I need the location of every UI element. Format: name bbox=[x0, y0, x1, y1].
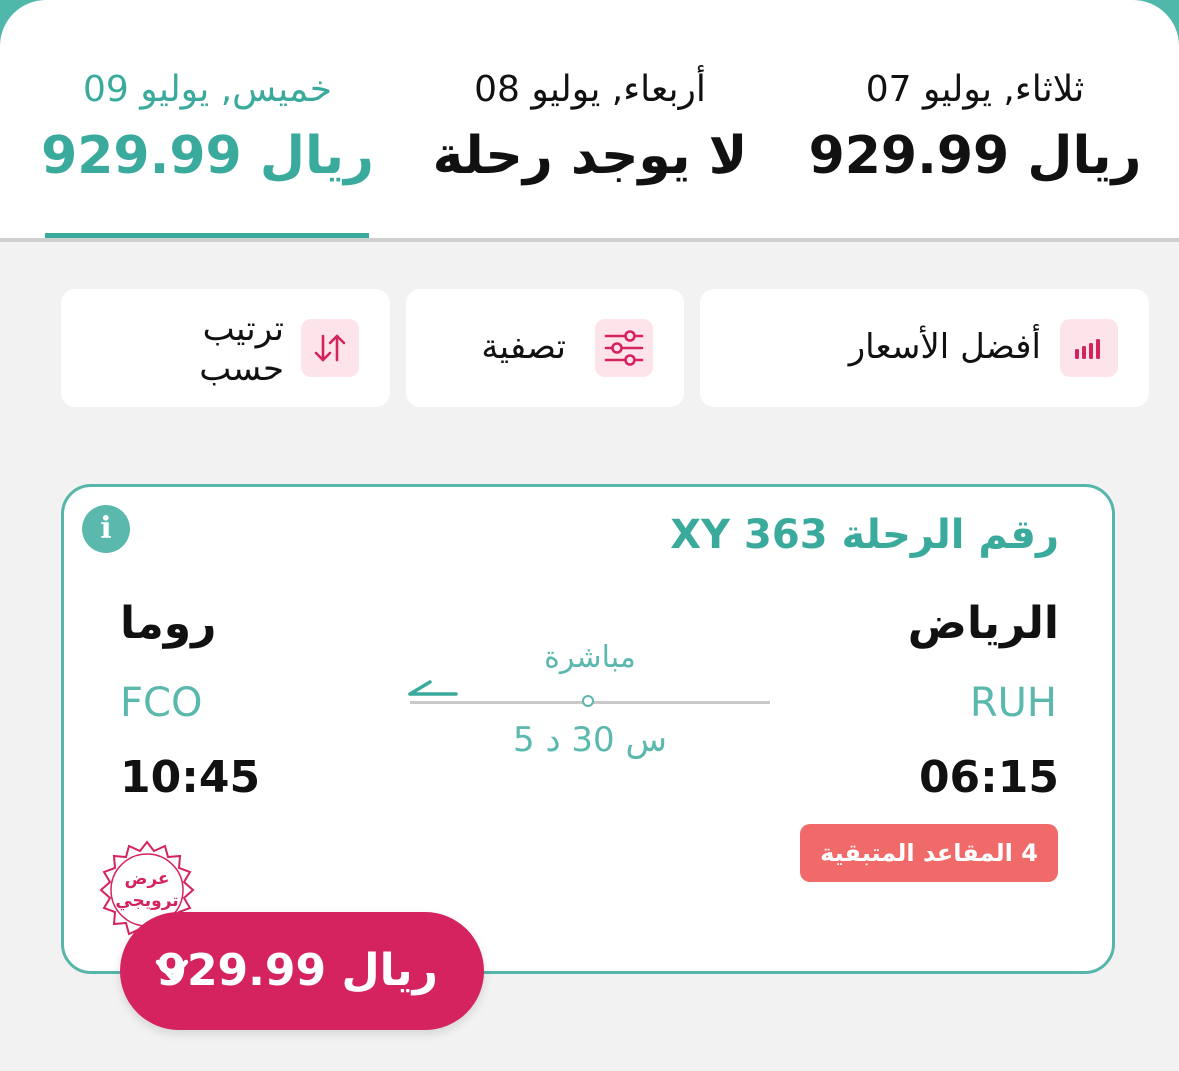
destination-code: FCO bbox=[120, 680, 203, 726]
origin-city: الرياض bbox=[907, 598, 1059, 649]
price-expand-button[interactable]: 929.99 ريال bbox=[120, 912, 484, 1030]
sort-arrows-icon bbox=[301, 319, 359, 377]
sort-label: ترتيب حسب bbox=[199, 309, 284, 389]
sliders-icon bbox=[595, 319, 653, 377]
sort-button[interactable]: ترتيب حسب bbox=[61, 289, 390, 407]
flight-number: رقم الرحلة XY 363 bbox=[670, 512, 1059, 558]
promo-label-line2: ترويجي bbox=[115, 891, 178, 911]
best-prices-button[interactable]: أفضل الأسعار bbox=[700, 289, 1149, 407]
origin-code: RUH bbox=[969, 680, 1057, 726]
date-tab-label: خميس, يوليو 09 bbox=[82, 69, 332, 110]
promo-label-line1: عرض bbox=[124, 869, 169, 889]
route-midpoint bbox=[582, 695, 594, 707]
date-tab-label: أربعاء, يوليو 08 bbox=[474, 69, 706, 110]
filter-label: تصفية bbox=[481, 327, 566, 367]
info-icon[interactable]: i bbox=[82, 505, 130, 553]
filter-button[interactable]: تصفية bbox=[406, 289, 684, 407]
date-tab-label: ثلاثاء, يوليو 07 bbox=[865, 69, 1085, 110]
flight-price: 929.99 ريال bbox=[156, 945, 438, 996]
sort-label-line2: حسب bbox=[199, 349, 284, 389]
sort-label-line1: ترتيب bbox=[202, 309, 284, 349]
date-tab-price: 929.99 ريال bbox=[41, 126, 374, 186]
bar-chart-icon bbox=[1060, 319, 1118, 377]
departure-time: 06:15 bbox=[918, 752, 1059, 803]
date-tab-tuesday[interactable]: ثلاثاء, يوليو 07 929.99 ريال bbox=[800, 60, 1150, 240]
date-tab-thursday[interactable]: خميس, يوليو 09 929.99 ريال bbox=[40, 60, 375, 240]
date-tab-no-flight: لا يوجد رحلة bbox=[432, 126, 748, 186]
date-tab-wednesday[interactable]: أربعاء, يوليو 08 لا يوجد رحلة bbox=[410, 60, 770, 240]
destination-city: روما bbox=[120, 598, 217, 649]
date-bar-divider bbox=[0, 238, 1179, 242]
stop-type: مباشرة bbox=[544, 640, 636, 675]
best-prices-label: أفضل الأسعار bbox=[848, 327, 1041, 367]
arrival-time: 10:45 bbox=[120, 752, 261, 803]
flight-duration: 5 س 30 د bbox=[513, 720, 667, 760]
date-tab-price: 929.99 ريال bbox=[808, 126, 1142, 186]
seats-left-badge: 4 المقاعد المتبقية bbox=[800, 824, 1058, 882]
arrow-left-icon bbox=[408, 680, 458, 696]
